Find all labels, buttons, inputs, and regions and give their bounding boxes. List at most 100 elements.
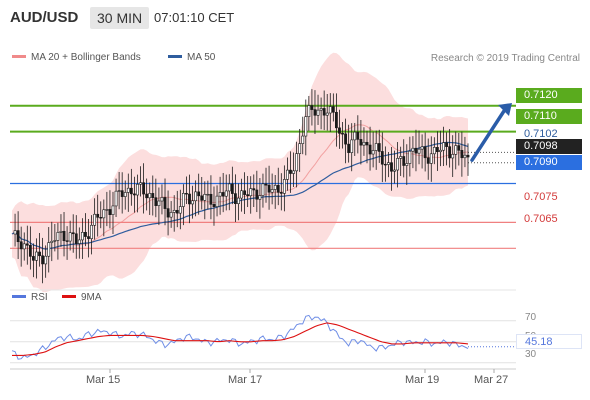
candle-body [139,182,142,185]
x-tick-0: Mar 15 [86,374,121,386]
candle-body [13,230,17,235]
candle-body [445,142,448,147]
candle-body [414,147,418,154]
price-tag-1: 0.7110 [516,109,582,124]
candle-body [90,224,93,239]
candle-body [429,153,433,164]
candle-body [304,116,308,137]
candle-body [148,193,152,199]
candle-body [56,232,60,241]
candle-body [402,156,406,166]
candle-body [32,256,35,261]
candle-body [136,183,139,196]
candle-body [279,192,283,194]
candle-body [390,162,393,172]
candle-body [273,185,277,190]
candle-body [181,193,185,207]
candle-body [215,195,219,207]
candle-body [185,193,188,195]
candle-body [457,145,461,151]
candle-body [350,139,354,153]
candle-body [234,193,237,205]
candle-body [466,154,470,158]
candle-body [74,233,78,244]
candle-body [408,150,412,164]
candle-body [99,217,103,219]
candle-body [59,230,63,233]
legend-rsi-label: RSI [31,292,48,303]
candle-body [80,231,84,241]
forecast-arrow-shaft [470,109,506,162]
candle-body [221,192,225,197]
candle-body [426,157,430,164]
candle-body [203,193,207,201]
candle-body [442,142,445,151]
candle-body [454,145,458,155]
candle-body [371,150,375,155]
candle-body [331,106,335,113]
bollinger-band-fill [12,52,468,293]
candle-body [224,190,228,197]
candle-body [301,135,305,144]
candle-body [316,109,320,116]
candle-body [126,187,130,193]
candle-body [325,112,329,116]
candle-body [267,184,271,193]
candle-body [276,185,280,193]
rsi-swatch [12,294,26,298]
candle-body [47,242,51,257]
candle-body [194,191,198,202]
candle-body [335,111,338,129]
candle-body [53,240,57,242]
candle-body [252,188,256,191]
candle-body [448,146,452,159]
candle-body [338,127,341,134]
price-tag-0: 0.7120 [516,88,582,103]
candle-body [319,108,323,111]
candle-body [117,190,121,192]
candle-body [120,190,124,197]
candle-body [387,162,390,165]
candle-body [62,230,66,242]
candle-body [435,147,439,153]
candle-body [411,147,415,152]
candle-body [286,169,289,180]
candle-body [255,189,259,200]
candle-body [420,146,424,150]
rsi-tick-30: 30 [525,349,537,360]
candle-body [377,143,381,152]
candle-body [380,151,384,165]
candle-body [289,169,292,174]
candle-body [383,163,387,166]
candle-body [133,193,136,196]
candle-body [50,240,54,243]
candle-body [237,197,240,205]
candle-body [28,244,32,257]
candle-body [178,206,182,214]
candle-body [96,213,100,218]
candle-body [282,179,286,194]
candle-body [344,133,347,145]
candle-body [77,239,81,244]
candle-body [154,197,158,206]
candle-body [41,255,45,265]
candle-body [258,195,262,200]
candle-body [365,141,369,146]
candle-body [68,232,72,242]
candle-body [16,230,20,243]
rsi-line [11,314,469,360]
candle-body [230,183,234,194]
candle-body [362,141,366,146]
candle-body [399,156,403,159]
candle-body [105,209,109,211]
candle-body [439,149,442,153]
legend-9ma: 9MA [62,292,102,303]
candle-body [298,143,302,154]
candle-body [423,146,427,159]
candle-body [295,153,299,172]
candle-body [108,209,112,215]
candle-body [227,183,231,192]
candle-body [292,170,295,174]
candle-body [243,190,246,195]
candle-body [264,183,268,186]
